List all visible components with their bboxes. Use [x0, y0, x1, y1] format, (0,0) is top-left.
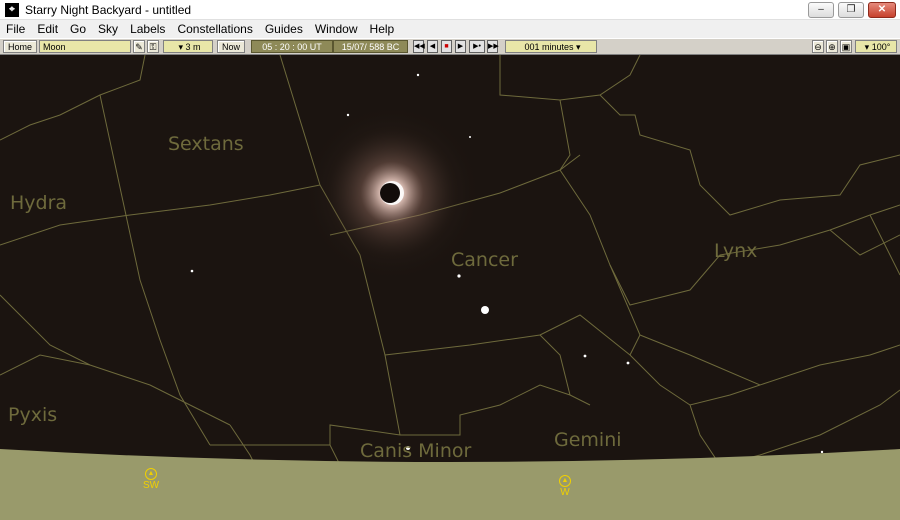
zoom-in-icon[interactable]: ⊕ [826, 40, 838, 53]
label-lynx[interactable]: Lynx [714, 240, 757, 262]
menu-guides[interactable]: Guides [259, 20, 309, 38]
field-of-view-select[interactable]: ▾ 100° [855, 40, 897, 53]
menu-window[interactable]: Window [309, 20, 364, 38]
menu-constellations[interactable]: Constellations [171, 20, 258, 38]
label-pyxis[interactable]: Pyxis [8, 404, 57, 426]
window-title: Starry Night Backyard - untitled [25, 2, 192, 17]
label-canis-minor[interactable]: Canis Minor [360, 440, 471, 462]
compass-w-label: W [560, 487, 570, 498]
window-controls: – ❐ ✕ [808, 2, 896, 18]
sky-view[interactable]: Sextans Hydra Cancer Lynx Pyxis Canis Mi… [0, 55, 900, 520]
app-telescope-icon: ⌖ [5, 2, 19, 17]
zoom-out-icon[interactable]: ⊖ [812, 40, 824, 53]
toolbar: Home Moon ✎ ⚿ ▾ 3 m Now 05 : 20 : 00 UT … [0, 38, 900, 55]
menu-edit[interactable]: Edit [31, 20, 64, 38]
label-sextans[interactable]: Sextans [168, 133, 244, 155]
compass-sw: ▲ SW [143, 468, 159, 491]
step-forward-button[interactable]: ▶ [455, 40, 466, 53]
home-button[interactable]: Home [3, 40, 37, 53]
menu-bar: File Edit Go Sky Labels Constellations G… [0, 20, 900, 38]
time-step-select[interactable]: 001 minutes ▾ [505, 40, 597, 53]
now-button[interactable]: Now [217, 40, 245, 53]
fast-forward-button[interactable]: ▶▶ [487, 40, 499, 53]
minimize-button[interactable]: – [808, 2, 834, 18]
play-realtime-button[interactable]: ▶• [469, 40, 485, 53]
location-field[interactable]: Moon [39, 40, 131, 53]
stop-button[interactable]: ■ [441, 40, 452, 53]
step-back-button[interactable]: ◀ [427, 40, 438, 53]
date-field[interactable]: 15/07/ 588 BC [333, 40, 408, 53]
lock-icon[interactable]: ⚿ [147, 40, 159, 53]
elevation-field[interactable]: ▾ 3 m [163, 40, 213, 53]
title-bar: ⌖ Starry Night Backyard - untitled – ❐ ✕ [0, 0, 900, 20]
label-gemini[interactable]: Gemini [554, 429, 622, 451]
time-field[interactable]: 05 : 20 : 00 UT [251, 40, 333, 53]
compass-arrow-icon: ▲ [145, 468, 157, 480]
menu-file[interactable]: File [0, 20, 31, 38]
rewind-fast-button[interactable]: ◀◀ [413, 40, 425, 53]
menu-sky[interactable]: Sky [92, 20, 124, 38]
zoom-reset-icon[interactable]: ▣ [840, 40, 852, 53]
constellation-boundaries [0, 55, 900, 476]
compass-w: ▲ W [557, 475, 573, 498]
close-button[interactable]: ✕ [868, 2, 896, 18]
label-cancer[interactable]: Cancer [451, 249, 518, 271]
location-edit-icon[interactable]: ✎ [133, 40, 145, 53]
maximize-button[interactable]: ❐ [838, 2, 864, 18]
moon-disc[interactable] [380, 183, 400, 203]
menu-labels[interactable]: Labels [124, 20, 171, 38]
menu-go[interactable]: Go [64, 20, 92, 38]
compass-arrow-icon: ▲ [559, 475, 571, 487]
menu-help[interactable]: Help [364, 20, 401, 38]
label-hydra[interactable]: Hydra [10, 192, 67, 214]
compass-sw-label: SW [143, 480, 160, 491]
